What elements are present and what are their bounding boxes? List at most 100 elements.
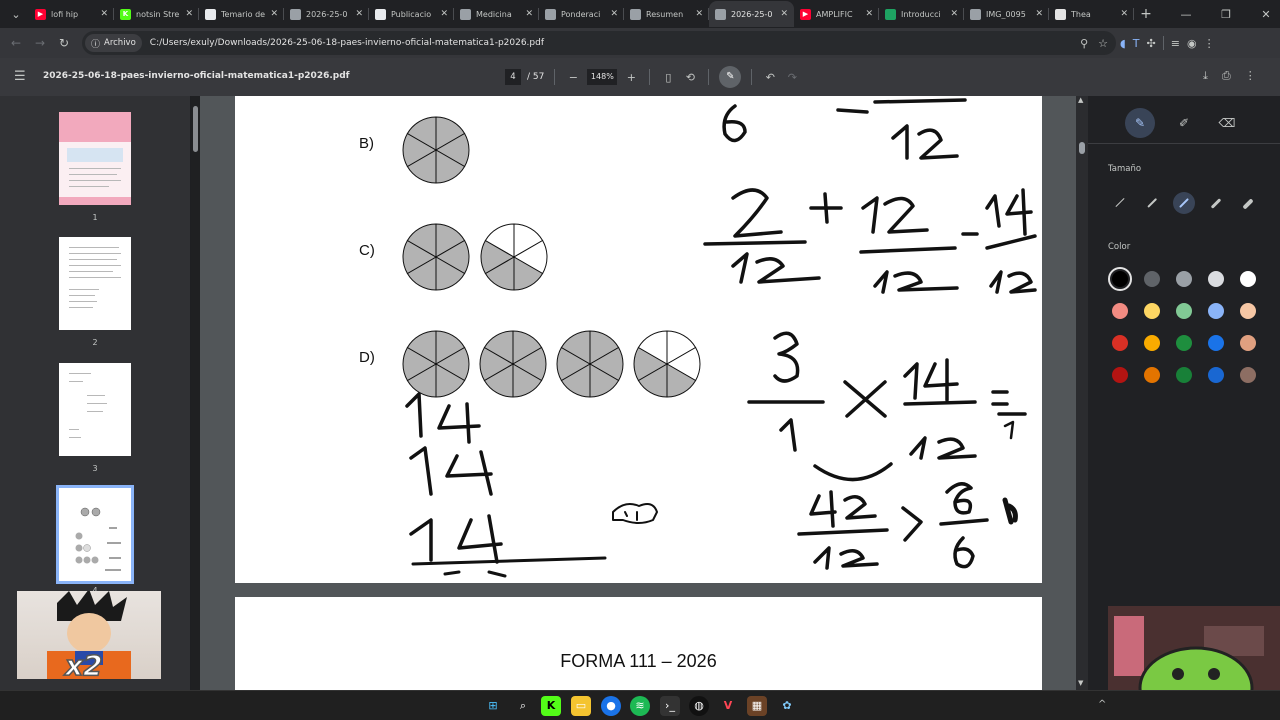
obs-icon[interactable]: ◍ — [689, 696, 709, 716]
size-option-1[interactable] — [1109, 192, 1131, 214]
print-icon[interactable]: ⎙ — [1222, 69, 1231, 83]
size-option-2[interactable] — [1141, 192, 1163, 214]
more-options-icon[interactable]: ⋮ — [1245, 69, 1256, 83]
spotify-icon[interactable]: ≋ — [630, 696, 650, 716]
thumbnail-page-1[interactable] — [59, 112, 131, 205]
color-swatch[interactable] — [1208, 367, 1224, 383]
color-swatch[interactable] — [1144, 271, 1160, 287]
close-tab-icon[interactable]: ✕ — [525, 9, 533, 19]
download-icon[interactable]: ⤓ — [1203, 69, 1208, 83]
zoom-level-input[interactable]: 148% — [587, 69, 618, 85]
file-explorer-icon[interactable]: ▭ — [571, 696, 591, 716]
address-bar[interactable]: ⓘ Archivo C:/Users/exuly/Downloads/2026-… — [82, 31, 1116, 55]
thumbnail-page-4[interactable] — [56, 485, 134, 584]
fit-page-icon[interactable]: ▯ — [660, 71, 676, 84]
extensions-icon[interactable]: ✣ — [1147, 37, 1156, 50]
browser-tab[interactable]: 2026-25-0 ✕ — [709, 1, 794, 27]
color-swatch[interactable] — [1176, 367, 1192, 383]
annotate-pen-icon[interactable]: ✎ — [719, 66, 742, 88]
browser-tab[interactable]: Thea ✕ — [1049, 1, 1134, 27]
back-icon[interactable]: ← — [4, 36, 28, 50]
close-tab-icon[interactable]: ✕ — [440, 9, 448, 19]
scroll-thumb[interactable] — [193, 106, 198, 152]
browser-tab[interactable]: ▶ AMPLIFIC ✕ — [794, 1, 879, 27]
browser-tab[interactable]: Resumen ✕ — [624, 1, 709, 27]
close-tab-icon[interactable]: ✕ — [780, 9, 788, 19]
page-number-input[interactable]: 4 — [505, 69, 521, 85]
size-option-4[interactable] — [1205, 192, 1227, 214]
zoom-out-icon[interactable]: − — [565, 71, 581, 84]
browser-tab[interactable]: Introducci ✕ — [879, 1, 964, 27]
app-icon[interactable]: ✿ — [777, 696, 797, 716]
size-option-3[interactable] — [1173, 192, 1195, 214]
maximize-icon[interactable]: ❐ — [1206, 0, 1246, 28]
eraser-tool-icon[interactable]: ⌫ — [1212, 108, 1242, 138]
color-swatch[interactable] — [1112, 335, 1128, 351]
color-swatch[interactable] — [1208, 271, 1224, 287]
thumbnail-page-2[interactable] — [59, 237, 131, 330]
start-icon[interactable]: ⊞ — [483, 696, 503, 716]
color-swatch[interactable] — [1240, 335, 1256, 351]
color-swatch[interactable] — [1208, 335, 1224, 351]
document-scrollbar[interactable]: ▲ ▼ — [1076, 96, 1088, 690]
color-swatch[interactable] — [1176, 335, 1192, 351]
profile-icon[interactable]: ◉ — [1187, 37, 1197, 50]
valorant-icon[interactable]: V — [718, 696, 738, 716]
scroll-thumb[interactable] — [1079, 142, 1085, 154]
close-tab-icon[interactable]: ✕ — [610, 9, 618, 19]
close-tab-icon[interactable]: ✕ — [270, 9, 278, 19]
close-tab-icon[interactable]: ✕ — [1120, 9, 1128, 19]
thumbnail-page-3[interactable] — [59, 363, 131, 456]
reading-list-icon[interactable]: ≡ — [1171, 37, 1180, 50]
bookmark-star-icon[interactable]: ☆ — [1098, 37, 1108, 50]
browser-tab[interactable]: Medicina ✕ — [454, 1, 539, 27]
color-swatch[interactable] — [1240, 303, 1256, 319]
pen-tool-icon[interactable]: ✎ — [1125, 108, 1155, 138]
browser-tab[interactable]: Publicacio ✕ — [369, 1, 454, 27]
color-swatch[interactable] — [1208, 303, 1224, 319]
color-swatch[interactable] — [1240, 367, 1256, 383]
browser-tab[interactable]: Knotsin Stre ✕ — [114, 1, 199, 27]
color-swatch[interactable] — [1176, 303, 1192, 319]
search-icon[interactable]: ⌕ — [513, 696, 533, 716]
rotate-icon[interactable]: ⟲ — [682, 71, 698, 84]
color-swatch[interactable] — [1112, 303, 1128, 319]
zoom-in-icon[interactable]: + — [623, 71, 639, 84]
site-info-chip[interactable]: ⓘ Archivo — [85, 34, 142, 52]
browser-tab[interactable]: Temario de ✕ — [199, 1, 284, 27]
thumbnail-scrollbar[interactable] — [191, 96, 200, 690]
close-tab-icon[interactable]: ✕ — [100, 9, 108, 19]
scroll-up-icon[interactable]: ▲ — [1078, 96, 1083, 104]
terminal-icon[interactable]: ›_ — [660, 696, 680, 716]
chrome-icon[interactable]: ● — [601, 696, 621, 716]
minimize-icon[interactable]: — — [1166, 0, 1206, 28]
document-viewer[interactable]: B) C) D) FORMA 111 – 2026 — [200, 96, 1076, 690]
scroll-down-icon[interactable]: ▼ — [1078, 679, 1083, 687]
translate-icon[interactable]: T — [1133, 37, 1140, 50]
color-swatch[interactable] — [1144, 303, 1160, 319]
browser-tab[interactable]: 2026-25-0 ✕ — [284, 1, 369, 27]
browser-menu-icon[interactable]: ⋮ — [1204, 37, 1215, 50]
color-swatch[interactable] — [1144, 335, 1160, 351]
close-tab-icon[interactable]: ✕ — [695, 9, 703, 19]
undo-icon[interactable]: ↶ — [762, 71, 778, 84]
kick-app-icon[interactable]: K — [541, 696, 561, 716]
color-swatch[interactable] — [1176, 271, 1192, 287]
minecraft-icon[interactable]: ▦ — [747, 696, 767, 716]
color-swatch[interactable] — [1112, 367, 1128, 383]
new-tab-button[interactable]: + — [1134, 6, 1158, 22]
color-swatch[interactable] — [1240, 271, 1256, 287]
browser-tab[interactable]: IMG_0095 ✕ — [964, 1, 1049, 27]
sidebar-menu-icon[interactable]: ☰ — [14, 69, 26, 84]
zoom-icon[interactable]: ⚲ — [1080, 37, 1088, 50]
close-window-icon[interactable]: ✕ — [1246, 0, 1280, 28]
highlighter-tool-icon[interactable]: ✐ — [1169, 108, 1199, 138]
reload-icon[interactable]: ↻ — [52, 36, 76, 50]
browser-tab[interactable]: ▶ lofi hip ✕ — [29, 1, 114, 27]
color-swatch[interactable] — [1108, 267, 1132, 291]
close-tab-icon[interactable]: ✕ — [355, 9, 363, 19]
size-option-5[interactable] — [1237, 192, 1259, 214]
close-tab-icon[interactable]: ✕ — [950, 9, 958, 19]
close-tab-icon[interactable]: ✕ — [1035, 9, 1043, 19]
redo-icon[interactable]: ↷ — [784, 71, 800, 84]
